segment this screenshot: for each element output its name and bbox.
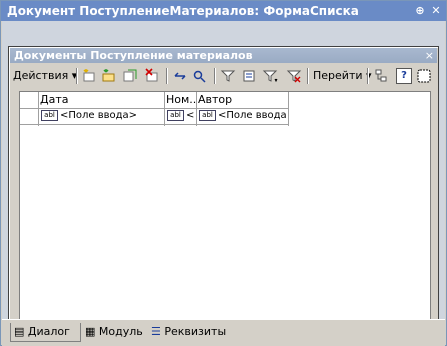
toolbar-separator xyxy=(307,68,309,84)
help-icon[interactable]: ? xyxy=(396,68,412,84)
copy-icon[interactable] xyxy=(122,68,138,84)
tab-module[interactable]: ▦ Модуль xyxy=(82,323,147,341)
filter-history-icon[interactable] xyxy=(262,68,278,84)
row-divider xyxy=(20,124,288,125)
filter-list-icon[interactable] xyxy=(241,68,257,84)
column-divider xyxy=(288,92,289,126)
actions-label: Действия xyxy=(13,69,69,82)
designer-window: Документ ПоступлениеМатериалов: ФормаСпи… xyxy=(0,0,447,346)
toolbar-separator xyxy=(367,68,369,84)
dialog-icon: ▤ xyxy=(14,325,25,338)
refresh-icon[interactable] xyxy=(172,68,188,84)
actions-menu-button[interactable]: Действия ▾ xyxy=(13,67,77,84)
find-icon[interactable] xyxy=(192,68,208,84)
window-titlebar[interactable]: Документ ПоступлениеМатериалов: ФормаСпи… xyxy=(1,1,446,21)
column-divider xyxy=(196,92,197,126)
module-icon: ▦ xyxy=(85,325,96,338)
form-title-bar: Документы Поступление материалов × xyxy=(10,48,437,63)
add-icon[interactable] xyxy=(81,68,97,84)
cell-date[interactable]: abl <Поле ввода> xyxy=(41,108,163,124)
attributes-icon: ☰ xyxy=(151,325,161,338)
column-header-author[interactable]: Автор xyxy=(196,92,288,108)
input-field-icon: abl xyxy=(167,109,184,121)
designer-tabs: ▤ Диалог ▦ Модуль ☰ Реквизиты xyxy=(2,319,445,346)
toolbar-separator xyxy=(166,68,168,84)
cell-date-text: <Поле ввода> xyxy=(60,110,138,121)
goto-menu-button[interactable]: Перейти ▾ xyxy=(313,67,372,84)
window-title: Документ ПоступлениеМатериалов: ФормаСпи… xyxy=(7,4,359,18)
form-title: Документы Поступление материалов xyxy=(14,49,253,62)
input-field-icon: abl xyxy=(199,109,216,121)
input-field-icon: abl xyxy=(41,109,58,121)
column-header-number[interactable]: Ном... xyxy=(164,92,196,108)
toolbar-separator xyxy=(214,68,216,84)
form-command-bar: Действия ▾ Перейти ▾ xyxy=(10,64,437,87)
tab-dialog-label: Диалог xyxy=(27,325,70,338)
structure-icon[interactable] xyxy=(373,68,389,84)
pin-icon[interactable]: ⊕ xyxy=(413,4,427,18)
form-close-icon[interactable]: × xyxy=(425,48,434,63)
cell-author[interactable]: abl<Поле ввода> xyxy=(199,108,287,124)
column-divider xyxy=(38,92,39,126)
tab-attributes[interactable]: ☰ Реквизиты xyxy=(148,323,231,341)
tab-attributes-label: Реквизиты xyxy=(164,325,227,338)
list-form[interactable]: Документы Поступление материалов × Дейст… xyxy=(8,46,439,336)
cell-number[interactable]: abl < xyxy=(167,108,195,124)
column-divider xyxy=(164,92,165,126)
close-icon[interactable]: ✕ xyxy=(429,4,443,18)
tab-dialog[interactable]: ▤ Диалог xyxy=(10,323,81,342)
form-designer-canvas: Документы Поступление материалов × Дейст… xyxy=(2,21,445,336)
customize-icon[interactable] xyxy=(416,68,432,84)
cell-number-text: < xyxy=(186,110,195,121)
filter-icon[interactable] xyxy=(220,68,236,84)
toolbar-separator xyxy=(76,68,78,84)
list-table[interactable]: Дата Ном... Автор abl<Поле ввода> abl< xyxy=(19,91,431,325)
tab-module-label: Модуль xyxy=(98,325,143,338)
goto-label: Перейти xyxy=(313,69,363,82)
cell-author-text: <Поле ввода> xyxy=(218,110,287,121)
delete-icon[interactable] xyxy=(144,68,160,84)
add-folder-icon[interactable] xyxy=(101,68,117,84)
column-header-date[interactable]: Дата xyxy=(38,92,164,108)
clear-filter-icon[interactable] xyxy=(286,68,302,84)
